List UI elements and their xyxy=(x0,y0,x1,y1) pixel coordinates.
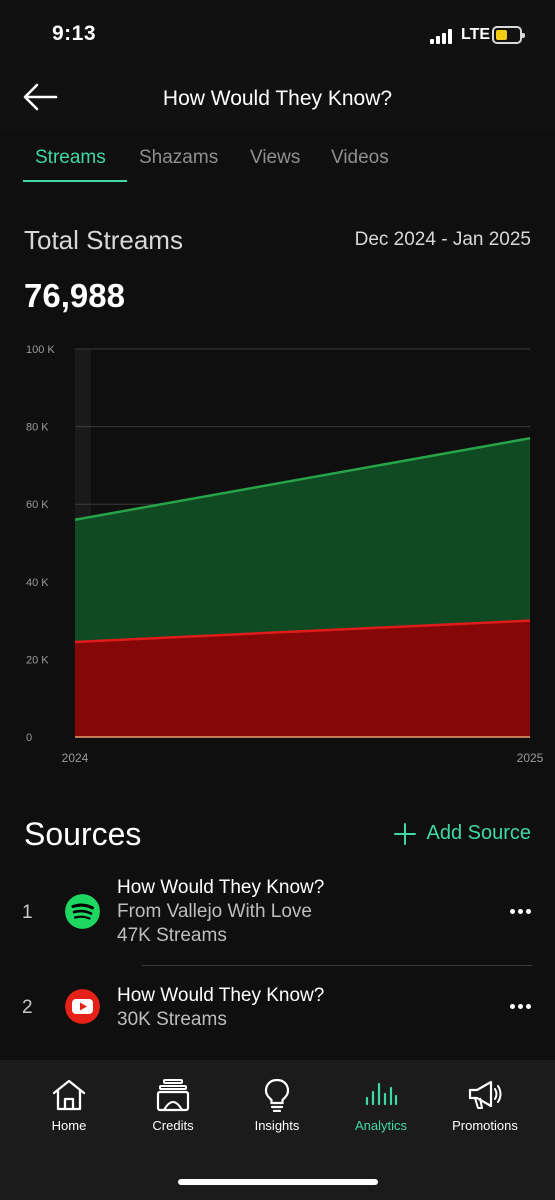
x-tick-label: 2025 xyxy=(517,751,544,765)
add-source-button[interactable]: Add Source xyxy=(394,822,531,845)
lightbulb-icon xyxy=(264,1078,290,1112)
y-tick-label: 40 K xyxy=(26,577,49,589)
nav-home[interactable]: Home xyxy=(19,1078,119,1133)
nav-promotions-label: Promotions xyxy=(452,1118,518,1133)
megaphone-icon xyxy=(468,1080,502,1109)
source-index: 1 xyxy=(22,902,33,923)
divider xyxy=(142,965,532,966)
nav-insights-label: Insights xyxy=(254,1118,300,1133)
more-options-icon[interactable] xyxy=(505,996,537,1016)
source-details: How Would They Know? From Vallejo With L… xyxy=(117,876,324,948)
x-tick-label: 2024 xyxy=(62,751,89,765)
y-tick-label: 60 K xyxy=(26,499,49,511)
status-time: 9:13 xyxy=(52,22,97,45)
tab-videos[interactable]: Videos xyxy=(331,147,389,169)
nav-header: How Would They Know? xyxy=(0,70,555,130)
network-type: LTE xyxy=(461,26,491,43)
spotify-icon xyxy=(65,894,100,929)
nav-promotions[interactable]: Promotions xyxy=(435,1078,535,1133)
source-row-2[interactable]: 2 How Would They Know? 30K Streams xyxy=(0,980,555,1040)
add-source-label: Add Source xyxy=(426,822,531,844)
y-tick-label: 20 K xyxy=(26,654,49,666)
tab-views[interactable]: Views xyxy=(250,147,300,169)
source-title: How Would They Know? xyxy=(117,985,325,1006)
home-icon xyxy=(52,1079,86,1111)
source-details: How Would They Know? 30K Streams xyxy=(117,984,324,1032)
streams-area-chart: 0 20 K 40 K 60 K 80 K 100 K 2024 2025 xyxy=(26,344,544,765)
nav-credits-label: Credits xyxy=(152,1118,194,1133)
source-title: How Would They Know? xyxy=(117,877,325,898)
signal-icon xyxy=(430,29,455,44)
source-subtitle: From Vallejo With Love xyxy=(117,901,312,922)
y-tick-label: 0 xyxy=(26,732,32,744)
plus-icon xyxy=(394,822,417,845)
y-tick-label: 100 K xyxy=(26,344,55,356)
nav-insights[interactable]: Insights xyxy=(227,1078,327,1133)
analytics-icon xyxy=(365,1082,398,1106)
date-range[interactable]: Dec 2024 - Jan 2025 xyxy=(355,229,531,251)
sources-title: Sources xyxy=(24,816,142,852)
status-bar: 9:13 LTE xyxy=(0,0,555,70)
source-streams: 47K Streams xyxy=(117,925,227,946)
total-streams-label: Total Streams xyxy=(24,225,183,255)
page-title: How Would They Know? xyxy=(162,87,393,110)
tab-bar: Streams Shazams Views Videos xyxy=(0,130,555,190)
battery-icon xyxy=(492,26,525,44)
source-row-1[interactable]: 1 How Would They Know? From Vallejo With… xyxy=(0,872,555,952)
source-index: 2 xyxy=(22,997,33,1018)
nav-home-label: Home xyxy=(51,1118,87,1133)
credits-icon xyxy=(156,1079,190,1112)
more-options-icon[interactable] xyxy=(505,901,537,921)
y-tick-label: 80 K xyxy=(26,422,49,434)
youtube-icon xyxy=(65,989,100,1024)
active-tab-indicator xyxy=(23,180,127,182)
total-streams-value: 76,988 xyxy=(24,277,125,314)
nav-credits[interactable]: Credits xyxy=(123,1078,223,1133)
home-indicator xyxy=(178,1179,378,1185)
tab-shazams[interactable]: Shazams xyxy=(139,147,218,169)
tab-streams[interactable]: Streams xyxy=(35,147,106,169)
source-streams: 30K Streams xyxy=(117,1009,227,1030)
nav-analytics[interactable]: Analytics xyxy=(331,1078,431,1133)
nav-analytics-label: Analytics xyxy=(354,1118,408,1133)
